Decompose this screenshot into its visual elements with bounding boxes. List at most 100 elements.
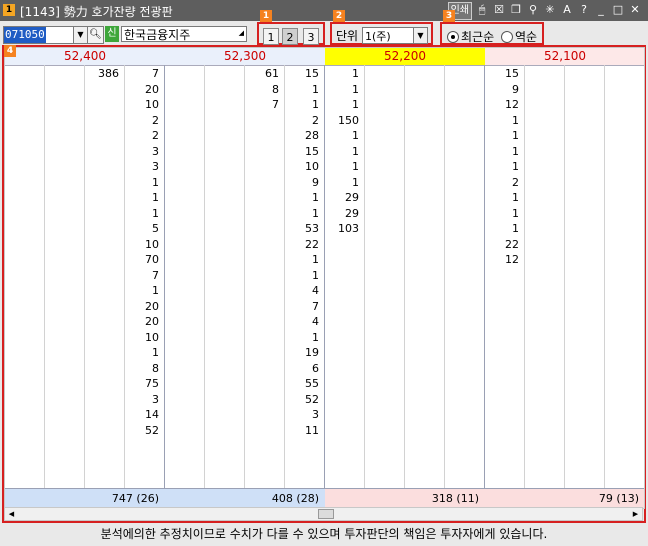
grid-divider	[404, 65, 405, 488]
pin-icon[interactable]: ⚲	[526, 2, 540, 18]
order-cell: 8	[272, 82, 279, 96]
order-cell: 1	[312, 330, 319, 344]
grid-divider	[564, 65, 565, 488]
close-box-icon[interactable]: ☒	[492, 2, 506, 18]
order-cell: 1	[152, 206, 159, 220]
page-button-2[interactable]: 2	[282, 28, 298, 45]
order-cell: 1	[152, 191, 159, 204]
column-total: 747 (26)	[5, 488, 165, 508]
window-badge: 1	[3, 4, 15, 16]
order-cell: 52	[145, 423, 159, 437]
order-cell: 10	[305, 160, 319, 173]
order-cell: 386	[98, 67, 119, 80]
restore-icon[interactable]: ❐	[509, 2, 523, 18]
order-cell: 1	[152, 175, 159, 189]
order-cell: 20	[145, 299, 159, 313]
callout-1: 1	[260, 10, 272, 22]
callout-2: 2	[333, 10, 345, 22]
minimize-icon[interactable]: _	[594, 2, 608, 18]
order-cell: 4	[312, 284, 319, 297]
credit-icon: 신	[105, 26, 119, 42]
order-cell: 1	[352, 175, 359, 189]
code-dropdown-button[interactable]: ▼	[73, 26, 88, 44]
order-cell: 12	[505, 253, 519, 266]
column-total: 408 (28)	[165, 488, 325, 508]
order-cell: 1	[352, 160, 359, 173]
radio-recent-label: 최근순	[461, 30, 495, 44]
unit-select[interactable]: 1(주) ▼	[362, 27, 428, 44]
order-cell: 61	[265, 67, 279, 80]
order-cell: 14	[145, 408, 159, 421]
order-cell: 9	[312, 175, 319, 189]
order-cell: 11	[305, 423, 319, 437]
star-icon[interactable]: ✳	[543, 2, 557, 18]
order-cell: 29	[345, 191, 359, 204]
order-cell: 28	[305, 129, 319, 142]
order-cell: 53	[305, 222, 319, 235]
order-cell: 1	[512, 191, 519, 204]
order-cell: 20	[145, 82, 159, 96]
unit-select-value: 1(주)	[365, 30, 391, 43]
order-cell: 1	[512, 222, 519, 235]
order-radio-group: 최근순 역순	[440, 22, 544, 45]
title-bar-controls: 인쇄 🖱 ☒ ❐ ⚲ ✳ A ? _ □ ✕	[447, 2, 642, 20]
order-cell: 1	[152, 346, 159, 359]
order-cell: 8	[152, 361, 159, 375]
callout-4: 4	[4, 45, 16, 57]
radio-recent[interactable]: 최근순	[447, 28, 494, 45]
stock-name-field[interactable]: 한국금융지주 ◢	[121, 26, 247, 42]
window-title: [1143] 勢力 호가잔량 전광판	[20, 5, 173, 19]
order-cell: 3	[152, 160, 159, 173]
order-cell: 20	[145, 315, 159, 328]
price-header-3: 52,100	[485, 48, 644, 66]
order-cell: 52	[305, 392, 319, 406]
order-book-grid: 52,400 386 7 20 10 2 2 3 3 1 1 1 5 10 70 7 1 20 20 10 1 8 75 3 1…	[4, 47, 645, 509]
close-icon[interactable]: ✕	[628, 2, 642, 18]
mouse-icon[interactable]: 🖱	[475, 2, 489, 18]
order-cell: 7	[152, 67, 159, 80]
grid-divider	[164, 65, 165, 488]
disclaimer-text: 분석에의한 추정치이므로 수치가 다를 수 있으며 투자판단의 책임은 투자자에…	[0, 523, 648, 546]
search-icon: 🔍︎	[89, 29, 102, 40]
order-cell: 10	[145, 98, 159, 111]
price-header-1: 52,300	[165, 48, 325, 66]
order-cell: 55	[305, 377, 319, 390]
grid-divider	[204, 65, 205, 488]
order-cell: 1	[352, 67, 359, 80]
order-cell: 150	[338, 113, 359, 127]
grid-divider	[644, 65, 645, 488]
page-button-1[interactable]: 1	[263, 28, 279, 45]
order-cell: 22	[305, 237, 319, 251]
order-cell: 3	[152, 392, 159, 406]
grid-divider	[44, 65, 45, 488]
scroll-left-icon[interactable]: ◀	[5, 508, 18, 520]
page-button-group: 1 2 3	[257, 22, 325, 45]
order-cell: 15	[505, 67, 519, 80]
order-cell: 1	[512, 160, 519, 173]
order-cell: 1	[352, 129, 359, 142]
column-total: 318 (11)	[325, 488, 485, 508]
unit-group: 단위 1(주) ▼	[330, 22, 433, 45]
scroll-right-icon[interactable]: ▶	[629, 508, 642, 520]
stock-code-input[interactable]: 071050	[3, 26, 75, 44]
order-cell: 103	[338, 222, 359, 235]
page-button-3[interactable]: 3	[303, 28, 319, 45]
order-cell: 2	[152, 129, 159, 142]
radio-reverse[interactable]: 역순	[501, 28, 537, 45]
horizontal-scrollbar[interactable]: ◀ ▶	[4, 507, 643, 521]
order-cell: 3	[152, 144, 159, 158]
grid-divider	[524, 65, 525, 488]
order-cell: 1	[352, 82, 359, 96]
order-cell: 1	[352, 98, 359, 111]
order-cell: 10	[145, 237, 159, 251]
search-button[interactable]: 🔍︎	[87, 26, 104, 44]
maximize-icon[interactable]: □	[611, 2, 625, 18]
column-total: 79 (13)	[485, 488, 644, 508]
order-cell: 9	[512, 82, 519, 96]
help-icon[interactable]: ?	[577, 2, 591, 18]
font-icon[interactable]: A	[560, 2, 574, 18]
order-cell: 19	[305, 346, 319, 359]
order-cell: 3	[312, 408, 319, 421]
scroll-thumb[interactable]	[318, 509, 334, 519]
order-cell: 1	[312, 191, 319, 204]
